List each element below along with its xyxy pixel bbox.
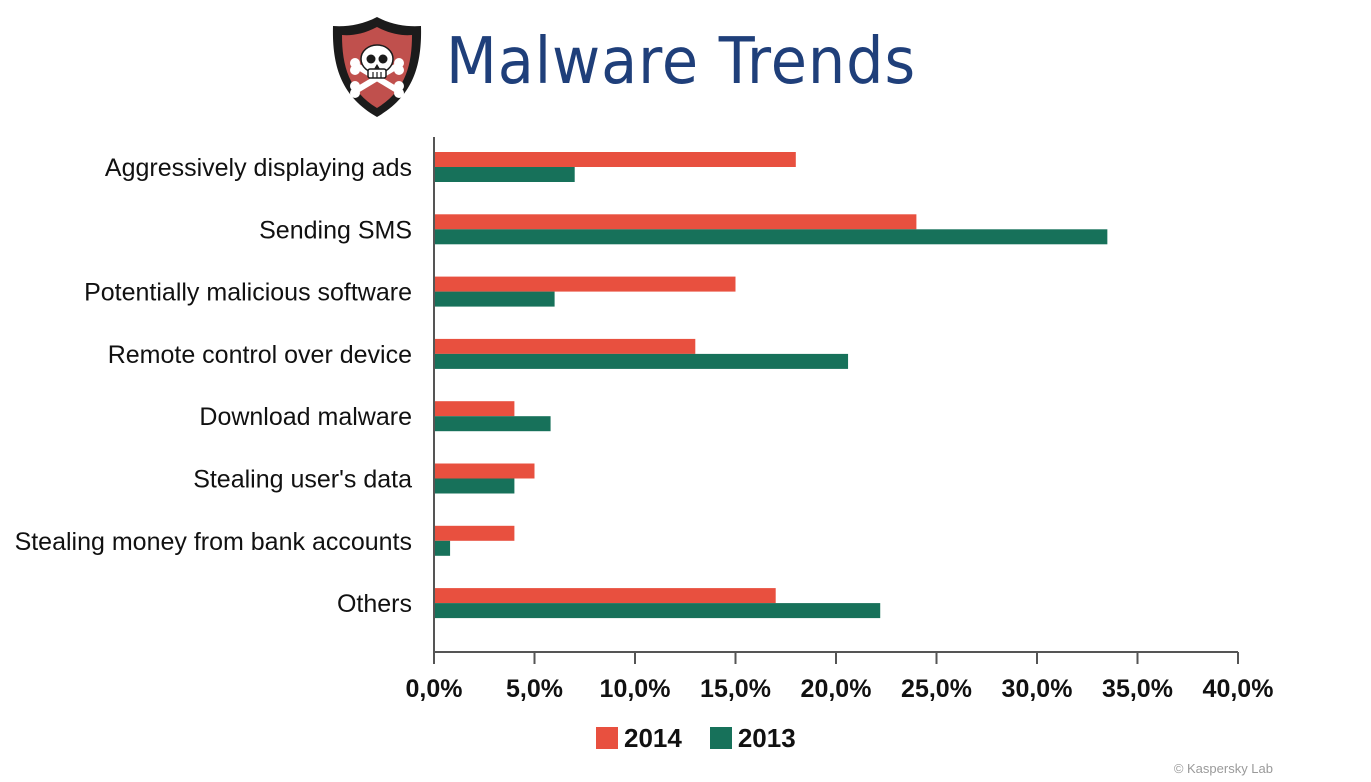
x-tick-label: 15,0% (700, 675, 771, 703)
x-tick-label: 20,0% (801, 675, 872, 703)
bar-2014-7 (434, 588, 776, 604)
x-tick-label: 25,0% (901, 675, 972, 703)
bar-2013-3 (434, 353, 849, 369)
legend-label-2013: 2013 (737, 722, 796, 753)
x-tick-label: 35,0% (1102, 675, 1173, 703)
bar-chart: Aggressively displaying ads Sending SMS Po… (15, 137, 1274, 703)
bar-2013-4 (434, 416, 551, 432)
x-tick-label: 40,0% (1203, 675, 1274, 703)
bar-2013-6 (434, 540, 451, 556)
bar-2013-2 (434, 291, 555, 307)
legend: 2014 2013 (596, 718, 824, 758)
category-label: Stealing money from bank accounts (15, 528, 412, 556)
bar-2013-5 (434, 478, 515, 494)
bar-2014-6 (434, 525, 515, 541)
bar-2014-5 (434, 463, 535, 479)
legend-item-2014: 2014 (596, 723, 682, 754)
x-tick-label: 5,0% (506, 675, 563, 703)
legend-swatch-2013 (709, 727, 732, 749)
category-label: Sending SMS (259, 216, 412, 244)
bar-2013-1 (434, 229, 1108, 245)
category-label: Remote control over device (108, 341, 412, 369)
legend-swatch-2014 (596, 727, 618, 749)
legend-item-2013: 2013 (709, 722, 796, 754)
x-tick-label: 30,0% (1002, 675, 1073, 703)
bar-2014-2 (434, 276, 736, 292)
category-label: Aggressively displaying ads (105, 154, 412, 182)
copyright-credit: © Kaspersky Lab (1173, 761, 1273, 776)
category-label: Stealing user's data (193, 466, 412, 494)
bar-2014-4 (434, 401, 515, 417)
category-label: Download malware (199, 403, 412, 431)
x-tick-label: 10,0% (600, 675, 671, 703)
category-label: Potentially malicious software (84, 279, 412, 307)
legend-label-2014: 2014 (624, 722, 682, 753)
category-label: Others (337, 590, 412, 618)
x-tick-label: 0,0% (406, 675, 463, 703)
bar-2013-7 (434, 603, 881, 619)
bar-2014-3 (434, 338, 696, 354)
bar-2013-0 (434, 167, 575, 182)
bar-2014-1 (434, 214, 917, 230)
bar-2014-0 (434, 152, 796, 167)
